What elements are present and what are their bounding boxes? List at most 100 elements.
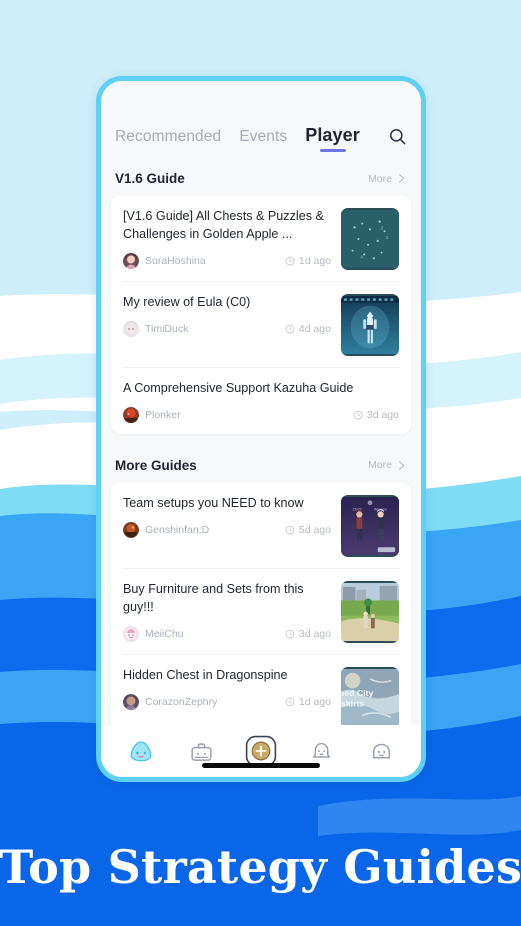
post-time: 4d ago	[298, 322, 331, 335]
clock-icon	[285, 256, 295, 266]
post-author: SoraHoshina	[145, 254, 206, 267]
chevron-right-icon	[399, 174, 405, 183]
clock-icon	[285, 697, 295, 707]
post-title: Buy Furniture and Sets from this guy!!!	[123, 581, 304, 614]
post-content: Team setups you NEED to know Genshinfan:…	[123, 495, 331, 538]
post-title: My review of Eula (C0)	[123, 295, 251, 309]
post-time: 1d ago	[298, 695, 331, 708]
avatar[interactable]	[123, 320, 139, 337]
section-more-button[interactable]: More	[368, 173, 407, 185]
post-item[interactable]: Hidden Chest in Dragonspine CorazonZephr…	[111, 653, 411, 725]
search-button[interactable]	[388, 127, 407, 153]
top-tab-bar: Recommended Events Player	[101, 81, 421, 161]
clock-icon	[353, 410, 363, 420]
section-title: V1.6 Guide	[115, 171, 185, 186]
post-time: 3d ago	[366, 408, 399, 421]
svg-text:ped City: ped City	[341, 688, 374, 698]
post-meta: SoraHoshina 1d ago	[123, 252, 331, 269]
phone-frame: Recommended Events Player V1.6 Guide Mor…	[96, 76, 426, 782]
avatar-image	[123, 252, 139, 269]
feed-scroll-area[interactable]: V1.6 Guide More [V1.6 Guide] All Chests …	[101, 161, 421, 725]
promo-banner: Top Strategy Guides	[0, 808, 521, 926]
post-item[interactable]: Buy Furniture and Sets from this guy!!!	[111, 567, 411, 654]
post-thumbnail[interactable]	[341, 294, 399, 356]
post-item[interactable]: [V1.6 Guide] All Chests & Puzzles & Chal…	[111, 195, 411, 281]
post-content: [V1.6 Guide] All Chests & Puzzles & Chal…	[123, 208, 331, 269]
post-thumbnail[interactable]	[341, 580, 399, 643]
section-header-more-guides: More Guides More	[101, 448, 421, 482]
avatar[interactable]	[123, 521, 139, 538]
post-meta: Genshinfan:D 5d ago	[123, 521, 331, 538]
more-label: More	[368, 459, 392, 472]
post-time-wrap: 1d ago	[277, 696, 331, 708]
tab-player[interactable]: Player	[305, 125, 360, 153]
avatar[interactable]	[123, 625, 139, 642]
post-title: [V1.6 Guide] All Chests & Puzzles & Chal…	[123, 209, 324, 241]
app-screenshot: Recommended Events Player V1.6 Guide Mor…	[0, 0, 521, 926]
post-card-group-1: [V1.6 Guide] All Chests & Puzzles & Chal…	[111, 195, 411, 434]
post-content: My review of Eula (C0) TimiDuck 4d ago	[123, 294, 331, 337]
clock-icon	[285, 324, 295, 334]
tab-recommended[interactable]: Recommended	[115, 128, 221, 153]
dragonspine-map-thumbnail-image: ped City skirts	[341, 668, 399, 725]
post-content: Hidden Chest in Dragonspine CorazonZephr…	[123, 667, 331, 710]
avatar[interactable]	[123, 406, 139, 423]
tab-player-label: Player	[305, 125, 360, 145]
nav-profile-button[interactable]	[361, 731, 401, 771]
svg-text:4: 4	[360, 254, 363, 260]
avatar[interactable]	[123, 252, 139, 269]
section-more-button[interactable]: More	[368, 459, 407, 471]
active-tab-underline	[319, 148, 346, 152]
svg-text:2: 2	[381, 225, 384, 231]
phone-screen: Recommended Events Player V1.6 Guide Mor…	[101, 81, 421, 777]
nav-home-button[interactable]	[121, 731, 161, 771]
team-setup-thumbnail-image: Chars Weapon	[341, 496, 399, 555]
svg-text:3: 3	[385, 235, 388, 241]
post-thumbnail[interactable]: ped City skirts	[341, 666, 399, 725]
post-time-wrap: 5d ago	[277, 524, 331, 536]
avatar[interactable]	[123, 693, 139, 710]
avatar-image	[123, 625, 139, 642]
ghost-profile-icon	[372, 743, 390, 758]
post-time-wrap: 3d ago	[345, 409, 399, 421]
post-title: Hidden Chest in Dragonspine	[123, 667, 288, 682]
post-thumbnail[interactable]: 23 4	[341, 208, 399, 270]
avatar-image	[123, 521, 139, 538]
bottom-navigation-bar	[101, 725, 421, 777]
promo-banner-text: Top Strategy Guides	[0, 840, 521, 894]
eula-character-thumbnail-image	[341, 296, 399, 354]
svg-text:skirts: skirts	[341, 699, 364, 709]
post-item[interactable]: A Comprehensive Support Kazuha Guide Plo…	[111, 367, 411, 434]
tab-recommended-label: Recommended	[115, 128, 222, 145]
post-time: 3d ago	[298, 627, 331, 640]
post-author: TimiDuck	[145, 322, 189, 335]
post-title: A Comprehensive Support Kazuha Guide	[123, 381, 354, 395]
puzzle-map-thumbnail-image: 23 4	[341, 210, 399, 268]
post-content: A Comprehensive Support Kazuha Guide Plo…	[123, 380, 399, 423]
avatar-image	[123, 406, 139, 423]
tab-events[interactable]: Events	[239, 128, 287, 153]
post-meta: Plonker 3d ago	[123, 406, 399, 423]
section-header-v16-guide: V1.6 Guide More	[101, 161, 421, 195]
post-author: Genshinfan:D	[145, 523, 210, 536]
post-item[interactable]: My review of Eula (C0) TimiDuck 4d ago	[111, 281, 411, 367]
post-author: Plonker	[145, 408, 181, 421]
avatar-image	[123, 320, 139, 337]
post-time: 1d ago	[298, 254, 331, 267]
chevron-right-icon	[399, 461, 405, 470]
post-meta: TimiDuck 4d ago	[123, 320, 331, 337]
post-card-group-2: Team setups you NEED to know Genshinfan:…	[111, 481, 411, 725]
post-author: CorazonZephry	[145, 695, 218, 708]
post-item[interactable]: Team setups you NEED to know Genshinfan:…	[111, 482, 411, 568]
avatar-image	[123, 693, 139, 710]
post-thumbnail[interactable]: Chars Weapon	[341, 494, 399, 557]
post-meta: MeiiChu 3d ago	[123, 625, 331, 642]
post-time-wrap: 3d ago	[277, 628, 331, 640]
post-title: Team setups you NEED to know	[123, 495, 304, 510]
furniture-shop-thumbnail-image	[341, 582, 399, 641]
post-time: 5d ago	[298, 523, 331, 536]
post-time-wrap: 4d ago	[277, 323, 331, 335]
post-meta: CorazonZephry 1d ago	[123, 693, 331, 710]
tab-events-label: Events	[239, 128, 288, 145]
